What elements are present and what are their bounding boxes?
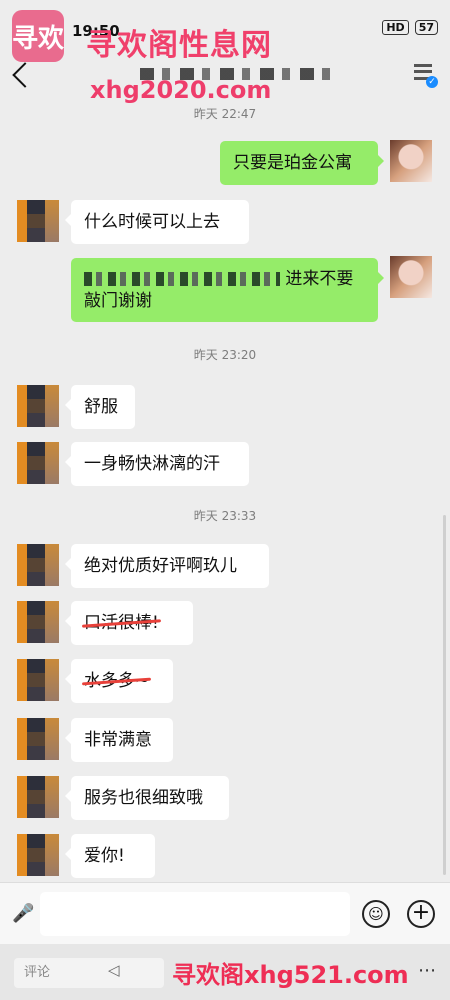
message-text: 舒服 (84, 397, 118, 417)
message-input[interactable] (40, 892, 350, 936)
send-icon[interactable]: ◁ (108, 961, 120, 979)
avatar-contact[interactable] (17, 601, 59, 643)
message-bubble-in[interactable]: 舒服 (65, 385, 135, 429)
timestamp: 昨天 23:20 (193, 348, 257, 362)
message-bubble-in[interactable]: 绝对优质好评啊玖儿 (65, 544, 269, 588)
avatar-contact[interactable] (17, 200, 59, 242)
avatar-self[interactable] (390, 256, 432, 298)
watermark-footer: 寻欢阁xhg521.com (172, 961, 409, 989)
message-text: 非常满意 (84, 730, 152, 750)
avatar-contact[interactable] (17, 385, 59, 427)
scrollbar[interactable] (443, 515, 446, 875)
message-text: 水多多~ (84, 671, 150, 691)
message-text: 绝对优质好评啊玖儿 (84, 556, 237, 576)
message-bubble-in[interactable]: 服务也很细致哦 (65, 776, 229, 820)
avatar-contact[interactable] (17, 834, 59, 876)
timestamp: 昨天 23:33 (193, 509, 257, 523)
chat-area: 昨天 22:47 只要是珀金公寓 什么时候可以上去 进来不要 敲门谢谢 昨天 2… (0, 0, 450, 1000)
message-text: 口活很棒! (84, 613, 159, 633)
message-bubble-in[interactable]: 什么时候可以上去 (65, 200, 249, 244)
more-dots-icon[interactable]: ⋯ (418, 960, 436, 981)
message-bubble-in[interactable]: 水多多~ (65, 659, 173, 703)
emoji-icon[interactable]: ☺ (362, 900, 390, 928)
message-text: 进来不要 (285, 269, 354, 289)
voice-icon[interactable]: 🎤 (12, 903, 34, 925)
avatar-contact[interactable] (17, 544, 59, 586)
censored-text (84, 272, 280, 286)
input-bar: 🎤 ☺ + (0, 882, 450, 945)
avatar-self[interactable] (390, 140, 432, 182)
avatar-contact[interactable] (17, 442, 59, 484)
message-bubble-in[interactable]: 爱你! (65, 834, 155, 878)
message-text: 敲门谢谢 (84, 291, 152, 311)
avatar-contact[interactable] (17, 776, 59, 818)
message-text: 爱你! (84, 846, 125, 866)
message-text: 只要是珀金公寓 (233, 153, 352, 173)
plus-icon[interactable]: + (407, 900, 435, 928)
message-bubble-out[interactable]: 只要是珀金公寓 (220, 141, 384, 185)
message-bubble-out[interactable]: 进来不要 敲门谢谢 (71, 258, 384, 322)
avatar-contact[interactable] (17, 659, 59, 701)
timestamp: 昨天 22:47 (193, 107, 257, 121)
message-text: 什么时候可以上去 (84, 212, 220, 232)
message-bubble-in[interactable]: 非常满意 (65, 718, 173, 762)
message-bubble-in[interactable]: 一身畅快淋漓的汗 (65, 442, 249, 486)
message-bubble-in[interactable]: 口活很棒! (65, 601, 193, 645)
message-text: 服务也很细致哦 (84, 788, 203, 808)
comment-input[interactable]: 评论 (14, 958, 164, 988)
avatar-contact[interactable] (17, 718, 59, 760)
message-text: 一身畅快淋漓的汗 (84, 454, 220, 474)
